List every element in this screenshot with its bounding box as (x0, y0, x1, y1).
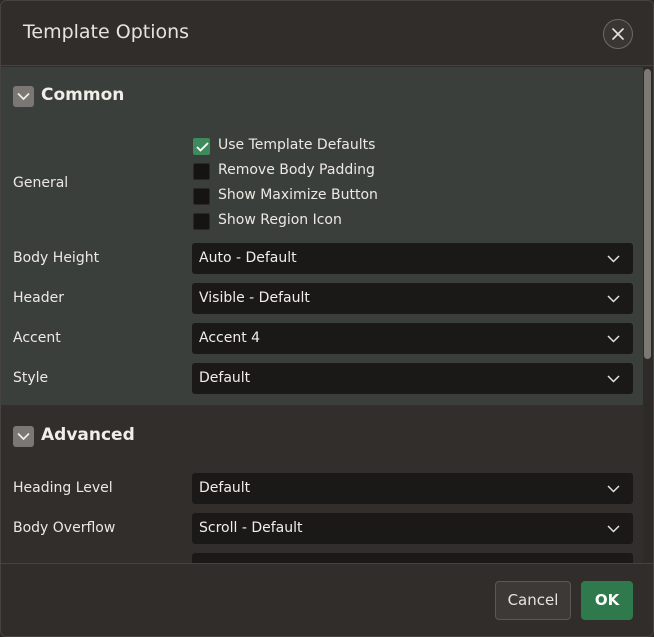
body-height-label: Body Height (13, 250, 100, 266)
select-value: Accent 4 (199, 330, 261, 346)
checkbox-unchecked[interactable] (193, 188, 210, 205)
chevron-down-icon[interactable] (13, 86, 34, 107)
close-button[interactable] (603, 19, 633, 49)
section-common: Common General Use Template Defaults Rem… (1, 67, 643, 405)
chevron-down-icon (607, 375, 620, 383)
heading-level-label: Heading Level (13, 480, 113, 496)
body-height-select[interactable]: Auto - Default (192, 243, 633, 274)
partially-hidden-select[interactable] (192, 553, 633, 563)
body-overflow-label: Body Overflow (13, 520, 116, 536)
scrollbar-thumb[interactable] (644, 69, 651, 359)
cancel-button[interactable]: Cancel (495, 581, 571, 620)
checkbox-checked[interactable] (193, 138, 210, 155)
select-value: Scroll - Default (199, 520, 303, 536)
check-icon (196, 142, 209, 152)
chevron-down-icon (607, 525, 620, 533)
dialog-footer: Cancel OK (1, 563, 653, 636)
checkbox-label: Show Maximize Button (218, 187, 378, 203)
heading-level-select[interactable]: Default (192, 473, 633, 504)
dialog-titlebar: Template Options (1, 1, 653, 66)
dialog-body[interactable]: Common General Use Template Defaults Rem… (1, 67, 653, 563)
select-value: Visible - Default (199, 290, 310, 306)
accent-label: Accent (13, 330, 61, 346)
ok-button[interactable]: OK (581, 581, 633, 620)
checkbox-unchecked[interactable] (193, 213, 210, 230)
section-advanced-label: Advanced (41, 425, 135, 445)
section-common-label: Common (41, 85, 125, 105)
body-overflow-select[interactable]: Scroll - Default (192, 513, 633, 544)
chevron-down-icon (607, 255, 620, 263)
select-value: Default (199, 370, 251, 386)
accent-select[interactable]: Accent 4 (192, 323, 633, 354)
chevron-down-icon (607, 335, 620, 343)
header-select[interactable]: Visible - Default (192, 283, 633, 314)
close-icon (612, 28, 624, 40)
style-label: Style (13, 370, 49, 386)
checkbox-unchecked[interactable] (193, 163, 210, 180)
chevron-down-icon[interactable] (13, 426, 34, 447)
style-select[interactable]: Default (192, 363, 633, 394)
checkbox-label: Show Region Icon (218, 212, 342, 228)
template-options-dialog: Template Options Common General Use Temp… (0, 0, 654, 637)
select-value: Auto - Default (199, 250, 297, 266)
header-label: Header (13, 290, 64, 306)
chevron-down-icon (607, 485, 620, 493)
checkbox-label: Use Template Defaults (218, 137, 376, 153)
checkbox-label: Remove Body Padding (218, 162, 375, 178)
general-label: General (13, 175, 69, 191)
select-value: Default (199, 480, 251, 496)
dialog-title: Template Options (23, 21, 190, 43)
chevron-down-icon (607, 295, 620, 303)
